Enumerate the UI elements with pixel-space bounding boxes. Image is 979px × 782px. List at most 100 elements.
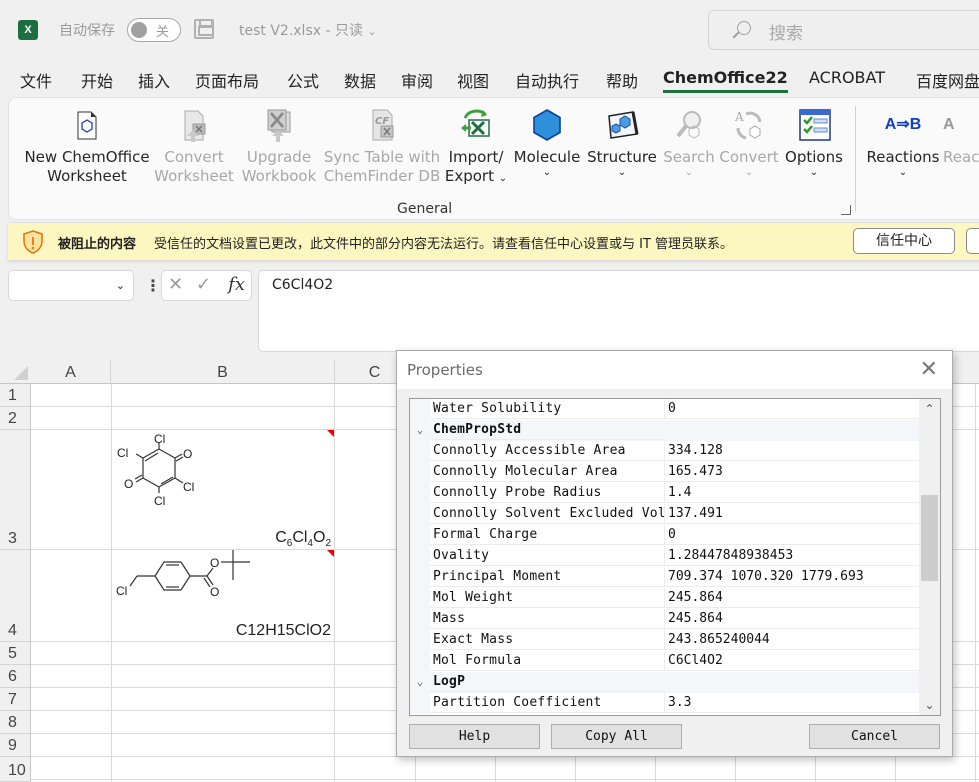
button-label: Worksheet [47, 167, 127, 185]
row-header-6[interactable]: 6 [0, 665, 31, 688]
upgrade-workbook-button[interactable]: Upgrade Workbook [237, 108, 321, 186]
sync-table-chemfinder-button[interactable]: CF Sync Table with ChemFinder DB [323, 108, 441, 186]
button-label: Molecule [513, 148, 581, 166]
column-header-a[interactable]: A [31, 360, 111, 384]
trust-center-button[interactable]: 信任中心 [853, 228, 955, 254]
tab-view[interactable]: 视图 [457, 68, 489, 92]
tab-review[interactable]: 审阅 [401, 68, 433, 92]
security-warning-bar: 被阻止的内容 受信任的文档设置已更改，此文件中的部分内容无法运行。请查看信任中心… [8, 222, 979, 260]
reactions2-button[interactable]: A Reac [943, 108, 979, 167]
search-placeholder: 搜索 [769, 24, 803, 44]
insert-function-icon[interactable]: fx [228, 274, 245, 295]
cancel-entry-icon[interactable]: ✕ [168, 274, 183, 295]
tab-help[interactable]: 帮助 [606, 68, 638, 92]
dialog-title-bar[interactable]: Properties ✕ [397, 351, 952, 389]
group-label-general: General [397, 201, 453, 217]
molecule-button[interactable]: Molecule ⌄ [511, 108, 583, 179]
property-row[interactable]: Formal Charge 0 [410, 525, 920, 546]
scrollbar-thumb[interactable] [921, 495, 938, 581]
close-warning-button[interactable] [966, 228, 979, 254]
expand-icon[interactable]: ⌄ [410, 420, 430, 441]
property-row[interactable]: Connolly Molecular Area 165.473 [410, 462, 920, 483]
tab-formulas[interactable]: 公式 [287, 68, 319, 92]
column-header-b[interactable]: B [111, 360, 335, 384]
property-row[interactable]: Exact Mass 243.865240044 [410, 630, 920, 651]
button-label: Export ⌄ [444, 167, 508, 185]
row-header-7[interactable]: 7 [0, 688, 31, 711]
file-title[interactable]: test V2.xlsx - 只读 ⌄ [239, 20, 377, 40]
row-header-8[interactable]: 8 [0, 711, 31, 734]
help-button[interactable]: Help [409, 724, 540, 749]
options-button[interactable]: Options ⌄ [783, 108, 845, 179]
row-header-3[interactable]: 3 [0, 430, 31, 550]
button-label: Reac [943, 148, 979, 166]
tab-automate[interactable]: 自动执行 [515, 68, 579, 92]
comment-indicator[interactable] [327, 550, 334, 557]
copy-all-button[interactable]: Copy All [551, 724, 682, 749]
select-all-corner[interactable] [0, 360, 32, 384]
formula-input[interactable]: C6Cl4O2 [258, 270, 979, 352]
cell-b3[interactable]: Cl O Cl Cl O Cl C6Cl4O2 [112, 430, 334, 549]
shield-warning-icon [22, 230, 44, 254]
vertical-scrollbar[interactable]: ⌃ ⌄ [919, 399, 940, 715]
cancel-button[interactable]: Cancel [809, 724, 940, 749]
search-box[interactable]: 搜索 [708, 10, 979, 50]
property-row[interactable]: Connolly Accessible Area 334.128 [410, 441, 920, 462]
property-row[interactable]: Connolly Probe Radius 1.4 [410, 483, 920, 504]
tab-baidu-netdisk[interactable]: 百度网盘 [916, 68, 979, 92]
warning-title: 被阻止的内容 [58, 237, 137, 252]
chevron-down-icon: ⌄ [617, 167, 627, 178]
tab-acrobat[interactable]: ACROBAT [809, 68, 885, 87]
autosave-label: 自动保存 [59, 23, 115, 39]
autosave-toggle[interactable]: 关 [127, 18, 181, 42]
scroll-down-icon[interactable]: ⌄ [919, 695, 940, 715]
more-options-icon[interactable]: ⋮ [145, 276, 161, 295]
property-row[interactable]: Partition Coefficient 3.3 [410, 693, 920, 714]
tab-page-layout[interactable]: 页面布局 [195, 68, 259, 92]
row-header-9[interactable]: 9 [0, 734, 31, 757]
tab-home[interactable]: 开始 [81, 68, 113, 92]
row-header-10[interactable]: 10 [0, 757, 31, 782]
dialog-title: Properties [407, 361, 483, 379]
search-icon [737, 21, 751, 35]
import-export-button[interactable]: Import/ Export ⌄ [443, 108, 509, 188]
property-row[interactable]: Water Solubility 0 [410, 399, 920, 420]
atom-label: Cl [116, 584, 127, 598]
search-button[interactable]: Search ⌄ [661, 108, 717, 179]
scroll-up-icon[interactable]: ⌃ [919, 399, 940, 419]
enter-entry-icon[interactable]: ✓ [196, 274, 211, 295]
save-icon[interactable] [194, 19, 214, 39]
property-row[interactable]: Mass 245.864 [410, 609, 920, 630]
structure-icon [605, 108, 639, 142]
tab-chemoffice22[interactable]: ChemOffice22 [663, 68, 788, 93]
tab-data[interactable]: 数据 [344, 68, 376, 92]
property-row[interactable]: Mol Formula C6Cl4O2 [410, 651, 920, 672]
property-row[interactable]: Principal Moment 709.374 1070.320 1779.69… [410, 567, 920, 588]
name-box[interactable]: ⌄ [8, 270, 134, 301]
tab-file[interactable]: 文件 [20, 68, 52, 92]
property-row[interactable]: Connolly Solvent Excluded Volume 137.491 [410, 504, 920, 525]
dialog-launcher-icon[interactable] [841, 205, 851, 215]
row-header-2[interactable]: 2 [0, 407, 31, 430]
property-row[interactable]: Ovality 1.28447848938453 [410, 546, 920, 567]
property-row[interactable]: Mol Weight 245.864 [410, 588, 920, 609]
category-row[interactable]: ⌄ ChemPropStd [410, 420, 920, 441]
svg-text:CF: CF [375, 116, 389, 127]
cell-b4[interactable]: Cl O O C12H15ClO2 [112, 550, 334, 641]
chemical-structure-ester: Cl O O [116, 550, 250, 599]
new-chemoffice-worksheet-button[interactable]: New ChemOffice Worksheet [23, 108, 151, 186]
row-header-5[interactable]: 5 [0, 642, 31, 665]
chevron-down-icon: ⌄ [898, 167, 908, 178]
sync-table-icon: CF [365, 108, 399, 142]
row-header-4[interactable]: 4 [0, 550, 31, 642]
close-icon[interactable]: ✕ [920, 357, 938, 382]
tab-insert[interactable]: 插入 [138, 68, 170, 92]
row-header-1[interactable]: 1 [0, 384, 31, 407]
reactions-button[interactable]: A⇒B Reactions ⌄ [865, 108, 941, 179]
structure-button[interactable]: Structure ⌄ [585, 108, 659, 179]
convert-worksheet-button[interactable]: Convert Worksheet [153, 108, 235, 186]
convert-button[interactable]: A Convert ⌄ [717, 108, 781, 179]
expand-icon[interactable]: ⌄ [410, 672, 430, 693]
category-row[interactable]: ⌄ LogP [410, 672, 920, 693]
comment-indicator[interactable] [327, 430, 334, 437]
